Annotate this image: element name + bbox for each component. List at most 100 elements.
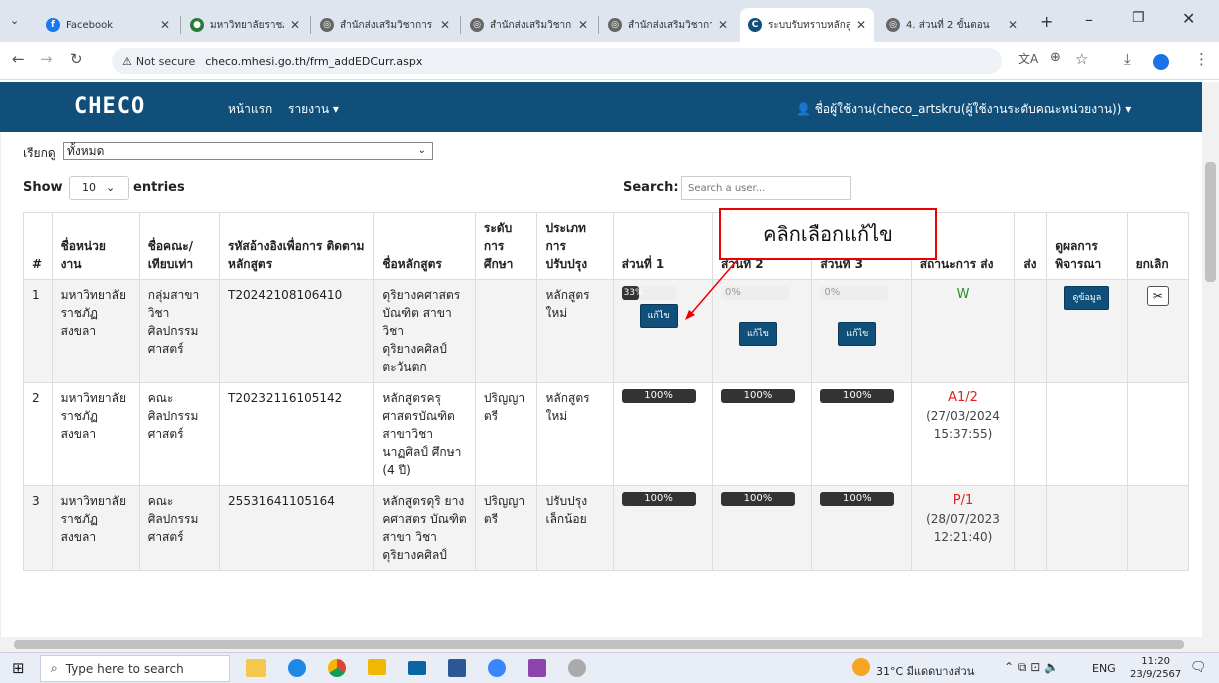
windows-start-icon[interactable]: ⊞ bbox=[12, 659, 25, 677]
folder-icon[interactable] bbox=[368, 659, 386, 675]
language-indicator[interactable]: ENG bbox=[1092, 662, 1116, 675]
revision-type: หลักสูตร ใหม่ bbox=[536, 279, 614, 383]
unit-name: มหาวิทยาลัย ราชภัฏสงขลา bbox=[51, 382, 140, 486]
windows-taskbar: ⊞ ⌕ Type here to search 31°C มีแดดบางส่ว… bbox=[0, 652, 1219, 683]
site-logo[interactable]: CHECO bbox=[74, 94, 145, 119]
view-data-button[interactable]: ดูข้อมูล bbox=[1064, 286, 1110, 310]
vertical-scrollbar[interactable] bbox=[1202, 82, 1219, 637]
edit-button[interactable]: แก้ไข bbox=[838, 322, 877, 346]
edge-icon[interactable] bbox=[288, 659, 306, 677]
cancel-cell: ✂ bbox=[1126, 279, 1190, 383]
column-header[interactable]: # bbox=[23, 212, 53, 280]
tab-close-icon[interactable]: ✕ bbox=[1008, 18, 1018, 32]
h-scrollbar-thumb[interactable] bbox=[14, 640, 1184, 649]
column-header[interactable]: ประเภท การ ปรับปรุง bbox=[536, 212, 614, 280]
file-explorer-icon[interactable] bbox=[246, 659, 266, 677]
entries-select[interactable]: 10 ⌄ bbox=[69, 176, 129, 200]
curriculum-name: ดุริยางคศาสตร บัณฑิต สาขา วิชา ดุริยางคศ… bbox=[373, 279, 476, 383]
restore-button[interactable]: ❐ bbox=[1132, 10, 1145, 26]
column-header[interactable]: ชื่อคณะ/ เทียบเท่า bbox=[138, 212, 221, 280]
system-tray-icons[interactable]: ⌃ ⧉ ⊡ 🔈 bbox=[1004, 660, 1059, 675]
tab-title: Facebook bbox=[66, 19, 113, 31]
weather-icon[interactable] bbox=[852, 658, 870, 676]
clock[interactable]: 11:20 23/9/2567 bbox=[1130, 655, 1181, 681]
forward-icon[interactable]: → bbox=[40, 50, 53, 68]
weather-text[interactable]: 31°C มีแดดบางส่วน bbox=[876, 662, 974, 680]
submission-status: W bbox=[910, 279, 1016, 383]
tab-favicon-icon: C bbox=[748, 18, 762, 32]
menu-icon[interactable]: ⋮ bbox=[1194, 50, 1209, 68]
browser-tab[interactable]: ◎ สำนักส่งเสริมวิชาการ ✕ bbox=[312, 8, 458, 42]
site-navbar: CHECO หน้าแรก รายงาน ▾ 👤 ชื่อผู้ใช้งาน(c… bbox=[0, 82, 1202, 132]
mail-icon[interactable] bbox=[408, 661, 426, 675]
profile-icon[interactable] bbox=[1153, 54, 1169, 70]
chrome-icon[interactable] bbox=[328, 659, 346, 677]
reload-icon[interactable]: ↻ bbox=[70, 50, 83, 68]
column-header[interactable]: ดูผลการ พิจารณา bbox=[1046, 212, 1128, 280]
callout-arrow bbox=[685, 257, 740, 320]
column-header[interactable]: ส่ง bbox=[1014, 212, 1048, 280]
browser-tab[interactable]: ◎ สำนักส่งเสริมวิชาการ ✕ bbox=[600, 8, 736, 42]
tab-separator bbox=[310, 16, 311, 34]
unit-name: มหาวิทยาลัย ราชภัฏสงขลา bbox=[51, 279, 140, 383]
paint-icon[interactable] bbox=[568, 659, 586, 677]
tab-separator bbox=[598, 16, 599, 34]
tab-close-icon[interactable]: ✕ bbox=[578, 18, 588, 32]
progress-bar-complete: 100% bbox=[720, 492, 795, 506]
translate-icon[interactable]: 文A bbox=[1018, 50, 1038, 67]
url-field[interactable]: ⚠ Not secure checo.mhesi.go.th/frm_addED… bbox=[112, 48, 1002, 74]
filter-select[interactable]: ทั้งหมด ⌄ bbox=[63, 142, 433, 160]
browser-tab[interactable]: C ระบบรับทราบหลักสูตร ✕ bbox=[740, 8, 874, 42]
scrollbar-thumb[interactable] bbox=[1205, 162, 1216, 282]
bookmark-star-icon[interactable]: ☆ bbox=[1075, 50, 1088, 68]
edit-button[interactable]: แก้ไข bbox=[639, 304, 678, 328]
new-tab-button[interactable]: + bbox=[1040, 12, 1053, 31]
browser-tab[interactable]: f Facebook ✕ bbox=[38, 8, 178, 42]
caret-down-icon: ▾ bbox=[332, 102, 339, 116]
nav-home[interactable]: หน้าแรก bbox=[228, 100, 272, 119]
callout-text: คลิกเลือกแก้ไข bbox=[763, 222, 893, 246]
word-icon[interactable] bbox=[448, 659, 466, 677]
notification-icon[interactable]: 🗨 bbox=[1190, 660, 1207, 675]
zoom-icon[interactable]: ⊕ bbox=[1050, 50, 1061, 65]
minimize-button[interactable]: – bbox=[1085, 10, 1093, 29]
user-menu[interactable]: 👤 ชื่อผู้ใช้งาน(checo_artskru(ผู้ใช้งานร… bbox=[796, 100, 1131, 119]
app-icon[interactable] bbox=[488, 659, 506, 677]
submission-status: A1/2 (27/03/2024 15:37:55) bbox=[910, 382, 1016, 486]
address-bar-row: ← → ↻ ⚠ Not secure checo.mhesi.go.th/frm… bbox=[0, 42, 1219, 80]
tab-close-icon[interactable]: ✕ bbox=[160, 18, 170, 32]
faculty-name: กลุ่มสาขา วิชา ศิลปกรรม ศาสตร์ bbox=[138, 279, 221, 383]
scissors-icon[interactable]: ✂ bbox=[1146, 286, 1169, 306]
column-header[interactable]: ยกเลิก bbox=[1126, 212, 1190, 280]
tab-close-icon[interactable]: ✕ bbox=[718, 18, 728, 32]
browser-tab[interactable]: ◎ สำนักส่งเสริมวิชาการ ✕ bbox=[462, 8, 596, 42]
close-window-button[interactable]: ✕ bbox=[1182, 9, 1195, 28]
tab-favicon-icon: ● bbox=[190, 18, 204, 32]
part-2-progress: 100% bbox=[711, 485, 813, 571]
column-header[interactable]: รหัสอ้างอิงเพื่อการ ติดตามหลักสูตร bbox=[219, 212, 375, 280]
column-header[interactable]: ชื่อหลักสูตร bbox=[373, 212, 476, 280]
back-icon[interactable]: ← bbox=[12, 50, 25, 68]
archive-icon[interactable] bbox=[528, 659, 546, 677]
column-header[interactable]: ชื่อหน่วย งาน bbox=[51, 212, 140, 280]
column-header[interactable]: ระดับ การ ศึกษา bbox=[474, 212, 538, 280]
tab-favicon-icon: ◎ bbox=[470, 18, 484, 32]
download-icon[interactable]: ⤓ bbox=[1124, 50, 1131, 68]
status-code: A1/2 bbox=[948, 390, 978, 405]
tab-close-icon[interactable]: ✕ bbox=[856, 18, 866, 32]
caret-down-icon: ▾ bbox=[1125, 102, 1132, 116]
tab-close-icon[interactable]: ✕ bbox=[290, 18, 300, 32]
search-input[interactable] bbox=[681, 176, 851, 200]
show-label: Show bbox=[23, 180, 63, 195]
warning-icon: ⚠ bbox=[122, 54, 132, 68]
browser-tab[interactable]: ● มหาวิทยาลัยราชภัฏสงขลา ✕ bbox=[182, 8, 308, 42]
tab-separator bbox=[180, 16, 181, 34]
taskbar-search[interactable]: ⌕ Type here to search bbox=[40, 655, 230, 682]
tab-close-icon[interactable]: ✕ bbox=[440, 18, 450, 32]
progress-bar: 33% bbox=[621, 286, 676, 300]
nav-report[interactable]: รายงาน ▾ bbox=[288, 100, 339, 119]
row-number: 2 bbox=[23, 382, 53, 486]
horizontal-scrollbar[interactable] bbox=[0, 637, 1219, 652]
tab-list-icon[interactable]: ⌄ bbox=[10, 14, 19, 27]
browser-tab[interactable]: ◎ 4. ส่วนที่ 2 ขั้นตอน ✕ bbox=[878, 8, 1026, 42]
